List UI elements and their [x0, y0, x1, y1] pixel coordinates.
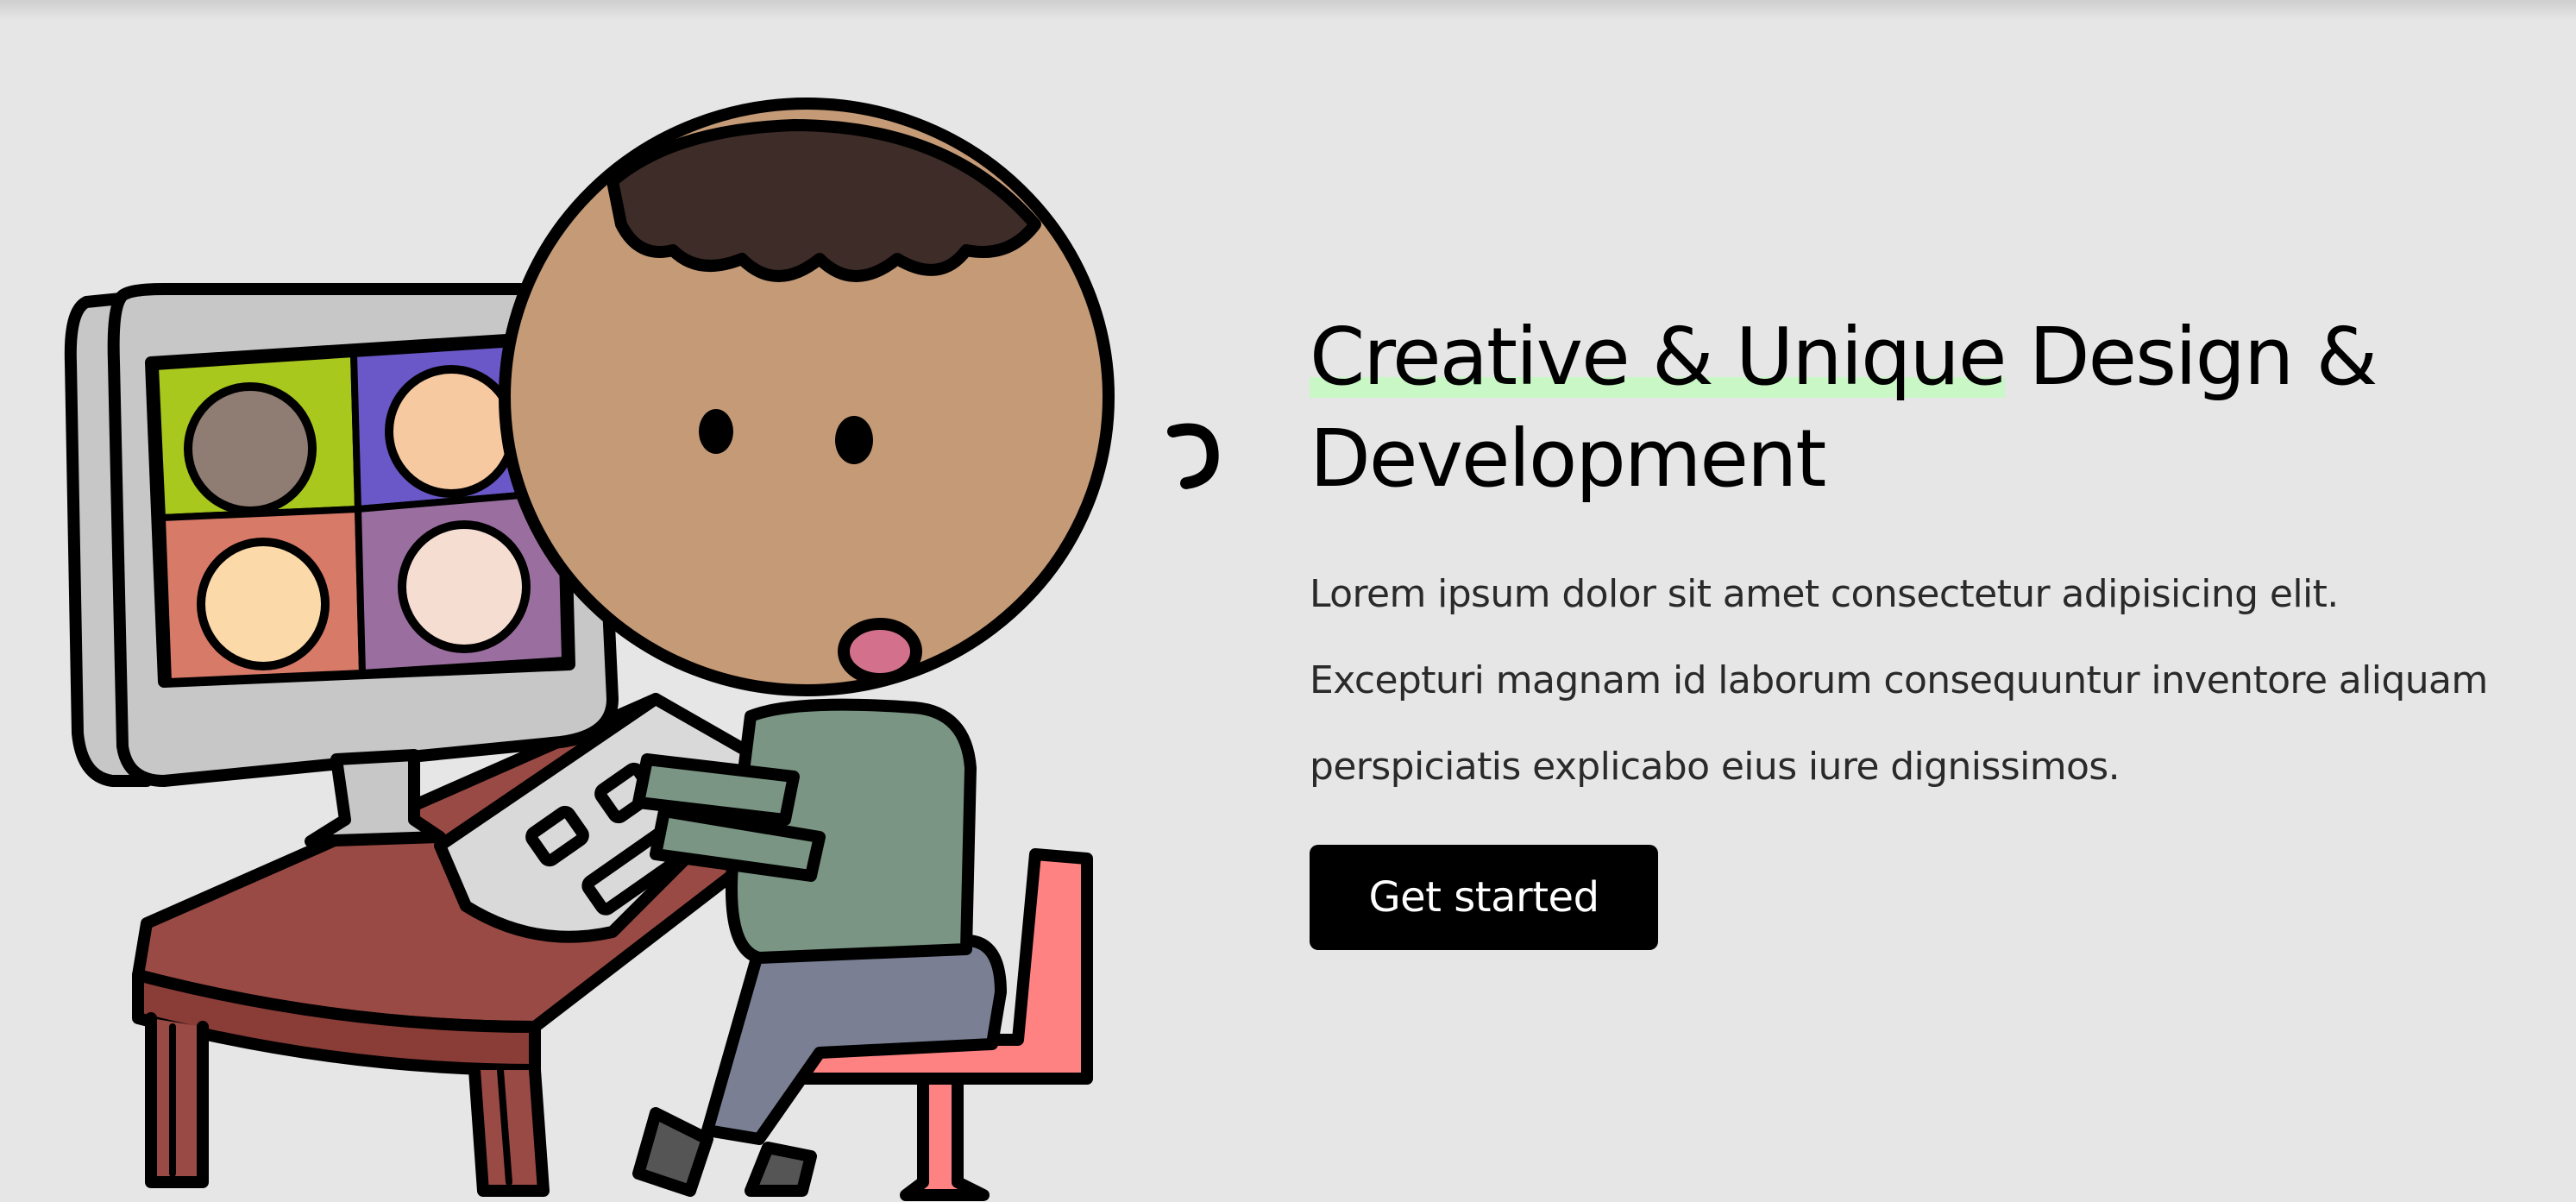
hero-page: Creative & Unique Design & Development L… [0, 0, 2576, 1202]
description-line-2: Excepturi magnam id laborum consequuntur… [1310, 658, 2488, 702]
hero-illustration [64, 98, 1219, 1201]
headline-highlight: Creative & Unique [1310, 311, 2007, 403]
hero-headline: Creative & Unique Design & Development [1310, 306, 2552, 510]
get-started-button[interactable]: Get started [1310, 845, 1658, 950]
hero-description: Lorem ipsum dolor sit amet consectetur a… [1310, 551, 2552, 810]
hero-content: Creative & Unique Design & Development L… [1310, 306, 2552, 950]
headline-rest: Design & [2005, 311, 2378, 403]
description-line-1: Lorem ipsum dolor sit amet consectetur a… [1310, 572, 2339, 616]
description-line-3: perspiciatis explicabo eius iure digniss… [1310, 745, 2120, 789]
header-shadow [0, 0, 2576, 21]
headline-line-2: Development [1310, 412, 1826, 505]
